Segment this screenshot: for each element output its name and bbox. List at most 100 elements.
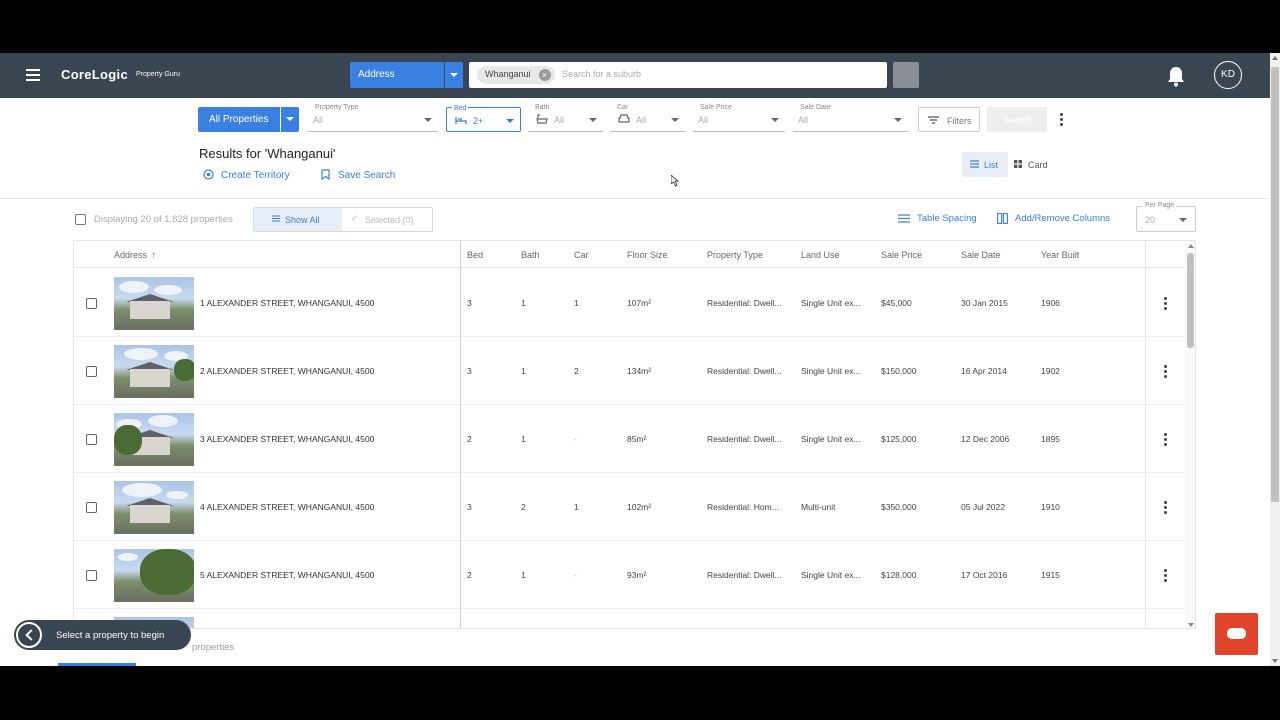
table-row[interactable]: 1 ALEXANDER STREET, WHANGANUI, 4500 3 1 1 10… [74,269,1184,337]
more-options-icon[interactable] [1058,113,1064,127]
save-search-link[interactable]: Save Search [320,169,395,181]
sale-price-cell: $128,000 [881,570,917,580]
view-toggle: List Card [962,152,1058,177]
sale-date-cell: 05 Jul 2022 [961,502,1005,512]
search-type-button[interactable]: Address [350,62,444,88]
column-header-property-type[interactable]: Property Type [707,250,763,260]
row-more-options-icon[interactable] [1162,365,1168,379]
scrollbar-thumb[interactable] [1187,253,1194,348]
row-checkbox[interactable] [86,366,97,377]
search-input[interactable]: Whanganui × Search for a suburb [469,62,887,88]
filters-button[interactable]: Filters [918,107,980,132]
address-cell[interactable]: 1 ALEXANDER STREET, WHANGANUI, 4500 [200,298,374,308]
per-page-value: 20 [1145,215,1156,225]
card-view-button[interactable]: Card [1010,152,1058,177]
sale-date-select[interactable]: Sale Date All [793,104,908,132]
create-territory-label: Create Territory [221,170,290,181]
row-more-options-icon[interactable] [1162,501,1168,515]
year-built-cell: 1910 [1041,502,1060,512]
per-page-select[interactable]: Per Page 20 [1136,202,1196,232]
search-submit-button[interactable] [893,62,919,88]
address-cell[interactable]: 5 ALEXANDER STREET, WHANGANUI, 4500 [200,570,374,580]
avatar[interactable]: KD [1214,61,1242,89]
property-thumbnail[interactable] [114,277,194,330]
bed-select[interactable]: Bed 2+ [446,105,521,132]
column-header-year-built[interactable]: Year Built [1041,250,1079,260]
column-header-car[interactable]: Car [574,250,589,260]
sale-price-cell: $350,000 [881,502,917,512]
property-thumbnail[interactable] [114,345,194,398]
table-scrollbar[interactable] [1185,241,1195,628]
table-row[interactable]: 2 ALEXANDER STREET, WHANGANUI, 4500 3 1 2 13… [74,337,1184,405]
card-view-label: Card [1028,160,1048,170]
toast-message: Select a property to begin [56,630,165,641]
chevron-left-icon[interactable] [16,622,42,648]
select-all-checkbox[interactable] [75,214,86,225]
spacing-icon [898,214,910,223]
property-thumbnail[interactable] [114,481,194,534]
show-all-button[interactable]: Show All [254,208,342,231]
search-button[interactable]: Search [987,107,1047,132]
row-checkbox[interactable] [86,570,97,581]
scroll-down-icon[interactable] [1188,623,1194,627]
sale-date-label: Sale Date [798,104,833,111]
column-header-sale-price[interactable]: Sale Price [881,250,922,260]
column-header-bed[interactable]: Bed [467,250,483,260]
menu-icon[interactable] [26,69,40,81]
scroll-down-icon[interactable] [1272,659,1278,663]
table-row[interactable]: 5 ALEXANDER STREET, WHANGANUI, 4500 2 1 - 93… [74,541,1184,609]
column-header-land-use[interactable]: Land Use [801,250,840,260]
all-properties-dropdown-icon[interactable] [281,107,299,132]
column-header-floor-size[interactable]: Floor Size [627,250,668,260]
property-thumbnail[interactable] [114,549,194,602]
bell-icon[interactable] [1166,65,1186,87]
address-cell[interactable]: 3 ALEXANDER STREET, WHANGANUI, 4500 [200,434,374,444]
car-select[interactable]: Car All [610,104,685,132]
selected-button[interactable]: ✓ Selected (0) [342,208,432,231]
thumbnail-tree [140,549,194,595]
scroll-up-icon[interactable] [1272,56,1278,60]
sale-date-cell: 17 Oct 2016 [961,570,1008,580]
row-checkbox[interactable] [86,434,97,445]
table-spacing-button[interactable]: Table Spacing [898,213,977,224]
bath-cell: 2 [521,502,526,512]
row-checkbox[interactable] [86,502,97,513]
row-more-options-icon[interactable] [1162,297,1168,311]
column-header-address[interactable]: Address ↑ [114,250,156,261]
search-placeholder: Search for a suburb [562,69,642,79]
table-row[interactable]: 4 ALEXANDER STREET, WHANGANUI, 4500 3 2 1 10… [74,473,1184,541]
property-thumbnail[interactable] [114,413,194,466]
column-divider [1145,241,1146,628]
table-row[interactable] [74,609,1184,628]
all-properties-button[interactable]: All Properties [198,107,280,132]
chip-remove-icon[interactable]: × [538,69,551,81]
list-view-button[interactable]: List [962,152,1008,177]
bed-cell: 2 [467,570,472,580]
property-type-select[interactable]: Property Type All [308,104,438,132]
scrollbar-thumb[interactable] [1271,67,1279,502]
page-scrollbar[interactable] [1270,53,1280,666]
create-territory-link[interactable]: Create Territory [203,169,290,181]
row-more-options-icon[interactable] [1162,433,1168,447]
car-icon [618,114,630,123]
column-header-sale-date[interactable]: Sale Date [961,250,1001,260]
scroll-up-icon[interactable] [1188,244,1194,248]
address-cell[interactable]: 4 ALEXANDER STREET, WHANGANUI, 4500 [200,502,374,512]
bath-select[interactable]: Bath All [528,104,603,132]
property-type-cell: Residential: Hom... [707,502,779,512]
mouse-cursor-icon [671,175,679,187]
search-chip-label: Whanganui [485,69,531,79]
column-divider [460,241,461,628]
row-checkbox[interactable] [86,298,97,309]
add-remove-columns-button[interactable]: Add/Remove Columns [997,213,1110,224]
address-cell[interactable]: 2 ALEXANDER STREET, WHANGANUI, 4500 [200,366,374,376]
sale-price-select[interactable]: Sale Price All [693,104,785,132]
list-view-label: List [984,160,999,170]
search-type-dropdown-icon[interactable] [445,62,463,88]
row-more-options-icon[interactable] [1162,569,1168,583]
bed-cell: 3 [467,298,472,308]
list-icon [970,160,979,168]
table-row[interactable]: 3 ALEXANDER STREET, WHANGANUI, 4500 2 1 - 85… [74,405,1184,473]
chat-button[interactable] [1215,613,1258,655]
column-header-bath[interactable]: Bath [521,250,540,260]
